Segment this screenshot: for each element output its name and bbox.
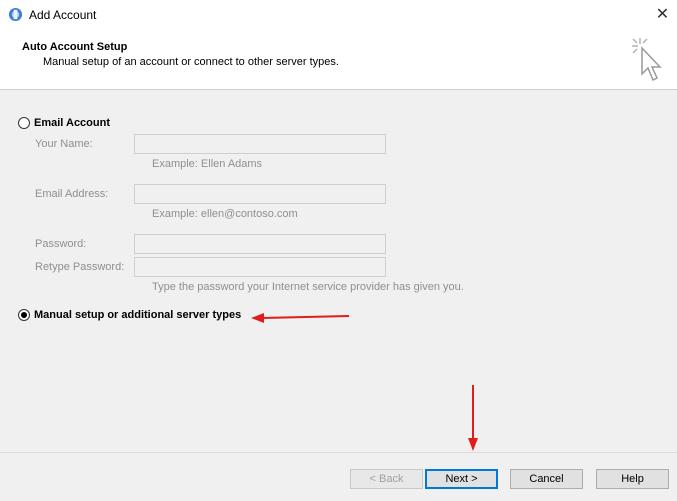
wizard-cursor-icon [632, 38, 662, 82]
close-button[interactable]: ✕ [648, 0, 677, 30]
page-subtitle: Manual setup of an account or connect to… [43, 56, 339, 68]
your-name-hint: Example: Ellen Adams [152, 158, 263, 170]
wizard-header: Auto Account Setup Manual setup of an ac… [0, 30, 677, 90]
manual-setup-radio[interactable] [18, 309, 30, 321]
cancel-button[interactable]: Cancel [510, 469, 583, 489]
footer-separator [0, 452, 677, 453]
close-icon: ✕ [655, 6, 670, 23]
your-name-label: Your Name: [35, 138, 93, 150]
retype-password-field[interactable] [134, 257, 386, 277]
red-arrow-down [468, 385, 478, 451]
back-button[interactable]: < Back [350, 469, 423, 489]
email-address-hint: Example: ellen@contoso.com [152, 208, 298, 220]
email-account-radio[interactable] [18, 117, 30, 129]
title-bar: Add Account ✕ [0, 0, 677, 30]
red-arrow-left [251, 313, 350, 323]
next-button[interactable]: Next > [425, 469, 498, 489]
password-field[interactable] [134, 234, 386, 254]
retype-password-label: Retype Password: [35, 261, 125, 273]
email-address-field[interactable] [134, 184, 386, 204]
password-hint: Type the password your Internet service … [152, 281, 464, 293]
help-button[interactable]: Help [596, 469, 669, 489]
window-title: Add Account [29, 8, 97, 22]
your-name-field[interactable] [134, 134, 386, 154]
email-account-label[interactable]: Email Account [34, 117, 110, 129]
page-title: Auto Account Setup [22, 41, 128, 53]
email-address-label: Email Address: [35, 188, 109, 200]
manual-setup-label[interactable]: Manual setup or additional server types [34, 309, 241, 321]
password-label: Password: [35, 238, 87, 250]
app-icon [8, 7, 23, 22]
